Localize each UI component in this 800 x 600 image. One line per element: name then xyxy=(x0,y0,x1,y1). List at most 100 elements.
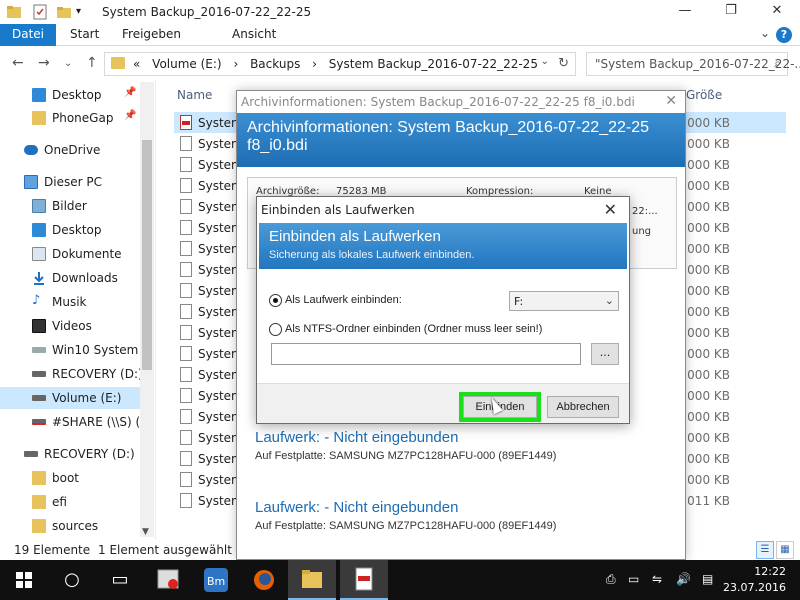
tab-freigeben[interactable]: Freigeben xyxy=(108,24,195,46)
taskbar-app-explorer[interactable] xyxy=(288,560,336,600)
taskbar-app-recorder[interactable] xyxy=(144,560,192,600)
help-icon[interactable]: ? xyxy=(776,27,792,43)
sidebar-item-share[interactable]: #SHARE (\\S) (U xyxy=(0,411,140,433)
drive-entry-disk: Auf Festplatte: SAMSUNG MZ7PC128HAFU-000… xyxy=(255,450,557,462)
new-folder-icon[interactable] xyxy=(56,4,72,20)
maximize-button[interactable]: ❐ xyxy=(708,0,754,24)
sidebar-item-bilder[interactable]: Bilder xyxy=(0,195,140,217)
sidebar-item-label: Musik xyxy=(52,295,87,309)
sidebar-item-musik[interactable]: ♪ Musik xyxy=(0,291,140,313)
search-input[interactable]: "System Backup_2016-07-22_22-... ⌕ xyxy=(586,52,800,76)
sidebar-item-downloads[interactable]: Downloads xyxy=(0,267,140,289)
sidebar-item-label: Desktop xyxy=(52,88,102,102)
browse-button[interactable]: ... xyxy=(591,343,619,365)
recent-locations-button[interactable]: ⌄ xyxy=(64,58,72,69)
mount-dialog: Einbinden als Laufwerken ✕ Einbinden als… xyxy=(256,196,630,424)
sidebar-item-boot[interactable]: boot xyxy=(0,467,140,489)
tab-ansicht[interactable]: Ansicht xyxy=(218,24,290,46)
sidebar-item-efi[interactable]: efi xyxy=(0,491,140,513)
pin-icon: 📌 xyxy=(124,87,137,98)
back-button[interactable]: ← xyxy=(12,55,24,71)
volume-icon[interactable]: 🔊 xyxy=(676,572,691,586)
sidebar-item-label: RECOVERY (D:) xyxy=(52,367,140,381)
sidebar-item-videos[interactable]: Videos xyxy=(0,315,140,337)
abbrechen-button[interactable]: Abbrechen xyxy=(547,396,619,418)
task-view-button[interactable]: ▭ xyxy=(96,560,144,600)
sidebar-item-dieser-pc[interactable]: Dieser PC xyxy=(0,171,140,193)
breadcrumb-backups[interactable]: Backups xyxy=(250,57,300,71)
breadcrumb-separator[interactable]: › xyxy=(312,57,317,71)
large-icons-view-button[interactable]: ▦ xyxy=(776,541,794,559)
scrollbar-thumb[interactable] xyxy=(142,140,152,370)
sidebar-item-label: Downloads xyxy=(52,271,118,285)
close-button[interactable]: ✕ xyxy=(754,0,800,24)
ribbon-expand-icon[interactable]: ⌄ xyxy=(760,26,770,40)
sidebar-item-desktop-pinned[interactable]: Desktop 📌 xyxy=(0,84,140,106)
address-bar[interactable]: « Volume (E:) › Backups › System Backup_… xyxy=(104,52,576,76)
start-button[interactable] xyxy=(0,560,48,600)
breadcrumb-current[interactable]: System Backup_2016-07-22_22-25 xyxy=(329,57,538,71)
taskbar-app-backup[interactable]: Bm xyxy=(192,560,240,600)
music-icon: ♪ xyxy=(32,293,41,308)
sidebar-item-volume-e[interactable]: Volume (E:) xyxy=(0,387,140,409)
archive-titlebar: Archivinformationen: System Backup_2016-… xyxy=(237,91,685,113)
breadcrumb-separator[interactable]: › xyxy=(233,57,238,71)
clock[interactable]: 12:22 23.07.2016 xyxy=(723,564,786,596)
sidebar-item-phonegap[interactable]: PhoneGap 📌 xyxy=(0,107,140,129)
breadcrumb-volume-e[interactable]: Volume (E:) xyxy=(152,57,221,71)
sidebar-item-recovery-d-root[interactable]: RECOVERY (D:) xyxy=(0,443,140,465)
sidebar-item-label: Dieser PC xyxy=(44,175,102,189)
drive-entry-title[interactable]: Laufwerk: - Nicht eingebunden xyxy=(255,429,458,446)
address-dropdown-icon[interactable]: ⌄ xyxy=(541,56,549,67)
item-count: 19 Elemente xyxy=(14,543,91,557)
mount-as-folder-radio[interactable] xyxy=(269,323,282,336)
refresh-button[interactable]: ↻ xyxy=(558,56,569,71)
mount-as-drive-label[interactable]: Als Laufwerk einbinden: xyxy=(285,294,402,306)
drive-entry-title[interactable]: Laufwerk: - Nicht eingebunden xyxy=(255,499,458,516)
mount-as-folder-label[interactable]: Als NTFS-Ordner einbinden (Ordner muss l… xyxy=(285,323,542,335)
file-icon xyxy=(180,178,192,193)
column-header-size[interactable]: Größe xyxy=(686,88,722,102)
file-icon xyxy=(180,283,192,298)
recorder-icon xyxy=(157,569,179,589)
taskbar-app-firefox[interactable] xyxy=(240,560,288,600)
file-icon xyxy=(180,262,192,277)
drive-entry-disk: Auf Festplatte: SAMSUNG MZ7PC128HAFU-000… xyxy=(255,520,557,532)
sidebar-item-onedrive[interactable]: OneDrive xyxy=(0,139,140,161)
tab-start[interactable]: Start xyxy=(56,24,113,46)
battery-icon[interactable]: ▭ xyxy=(628,572,639,586)
archive-window-title: Archivinformationen: System Backup_2016-… xyxy=(241,95,635,109)
mount-as-drive-radio[interactable] xyxy=(269,294,282,307)
sidebar-item-win10-system[interactable]: Win10 System (C xyxy=(0,339,140,361)
properties-icon[interactable] xyxy=(32,4,48,20)
breadcrumb-overflow[interactable]: « xyxy=(133,57,140,71)
forward-button[interactable]: → xyxy=(38,55,50,71)
search-button[interactable]: ○ xyxy=(48,560,96,600)
network-icon[interactable]: ⇋ xyxy=(652,572,662,586)
desktop-icon xyxy=(32,223,46,237)
sidebar-item-desktop[interactable]: Desktop xyxy=(0,219,140,241)
folder-path-input[interactable] xyxy=(271,343,581,365)
sidebar-item-label: Win10 System (C xyxy=(52,343,140,357)
sidebar-item-dokumente[interactable]: Dokumente xyxy=(0,243,140,265)
quick-access-dropdown-icon[interactable]: ▾ xyxy=(76,4,92,20)
sidebar-item-recovery-d[interactable]: RECOVERY (D:) xyxy=(0,363,140,385)
sidebar-item-sources[interactable]: sources xyxy=(0,515,140,537)
backup-app-icon: Bm xyxy=(204,568,228,592)
sidebar-scrollbar[interactable]: ▼ xyxy=(140,82,154,537)
scroll-down-icon[interactable]: ▼ xyxy=(142,527,149,537)
up-button[interactable]: ↑ xyxy=(86,55,98,71)
tab-datei[interactable]: Datei xyxy=(0,24,56,46)
usb-icon[interactable]: ⎙ xyxy=(606,572,616,587)
drive-letter-select[interactable]: F: ⌄ xyxy=(509,291,619,311)
column-header-name[interactable]: Name xyxy=(177,88,212,102)
mount-dialog-close-button[interactable]: ✕ xyxy=(604,200,617,219)
details-view-button[interactable]: ☰ xyxy=(756,541,774,559)
file-icon xyxy=(180,325,192,340)
taskbar: ○ ▭ Bm ⎙ ▭ ⇋ 🔊 ▤ 12:22 23.07.2016 xyxy=(0,560,800,600)
notifications-icon[interactable]: ▤ xyxy=(702,572,713,586)
taskbar-app-bdi[interactable] xyxy=(340,560,388,600)
minimize-button[interactable]: — xyxy=(662,0,708,24)
archive-close-button[interactable]: ✕ xyxy=(665,93,677,109)
bdi-file-icon xyxy=(355,567,373,591)
